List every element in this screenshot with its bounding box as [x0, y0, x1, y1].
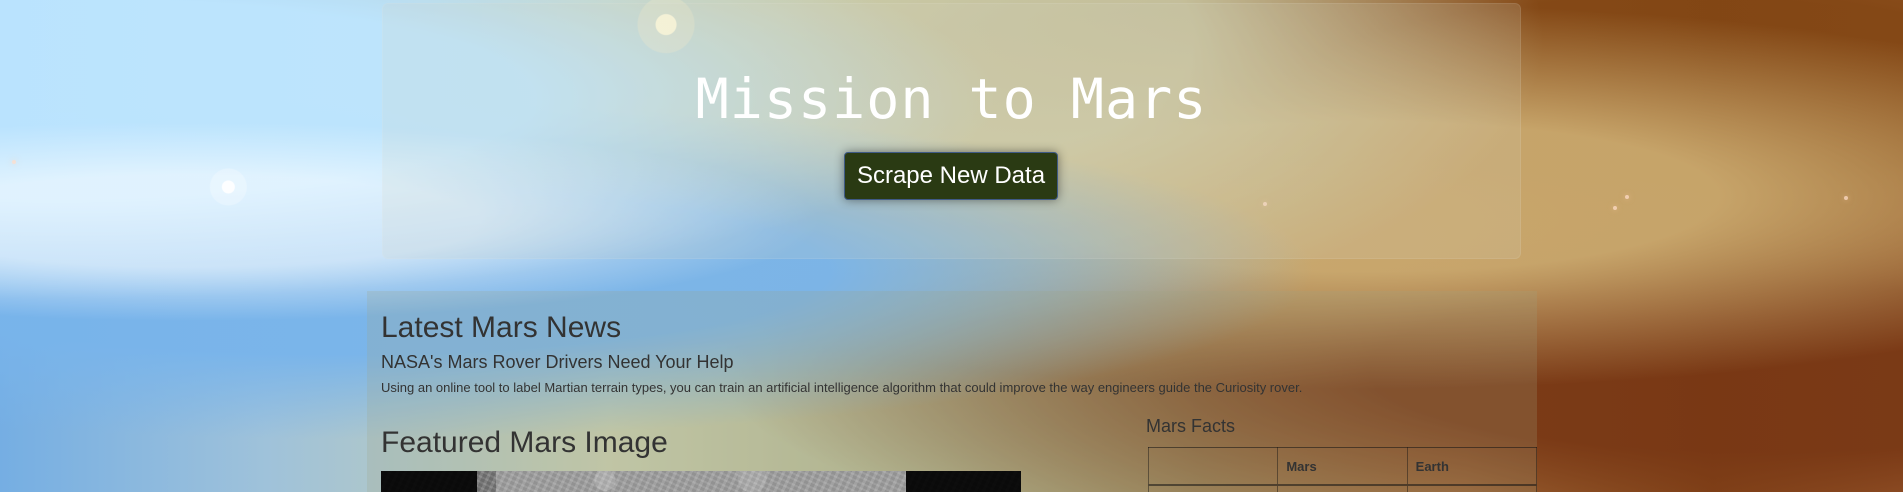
facts-header-blank [1147, 447, 1279, 486]
facts-header-mars: Mars [1277, 447, 1408, 486]
news-paragraph: Using an online tool to label Martian te… [381, 380, 1303, 395]
table-cell [1277, 485, 1408, 492]
star-decoration [12, 160, 16, 164]
scrape-new-data-button[interactable]: Scrape New Data [844, 152, 1058, 200]
news-headline: NASA's Mars Rover Drivers Need Your Help [381, 352, 734, 372]
facts-table-head: Mars Earth [1147, 447, 1537, 486]
table-header-row: Mars Earth [1147, 447, 1537, 486]
table-row [1147, 485, 1537, 492]
star-decoration [1844, 196, 1848, 200]
mars-facts-table: Mars Earth [1147, 447, 1537, 492]
featured-image-title: Featured Mars Image [381, 426, 668, 459]
page-title: Mission to Mars [695, 67, 1208, 131]
facts-header-earth: Earth [1406, 447, 1537, 486]
featured-mars-image [381, 471, 1021, 492]
table-cell [1147, 485, 1279, 492]
facts-table-body [1147, 485, 1537, 492]
hero-banner: Mission to Mars Scrape New Data [382, 3, 1521, 259]
table-cell [1406, 485, 1537, 492]
star-decoration [1613, 206, 1617, 210]
star-decoration [1625, 195, 1629, 199]
mars-facts-title: Mars Facts [1146, 416, 1236, 436]
latest-news-title: Latest Mars News [381, 311, 622, 344]
content-panel: Latest Mars News NASA's Mars Rover Drive… [367, 291, 1537, 492]
